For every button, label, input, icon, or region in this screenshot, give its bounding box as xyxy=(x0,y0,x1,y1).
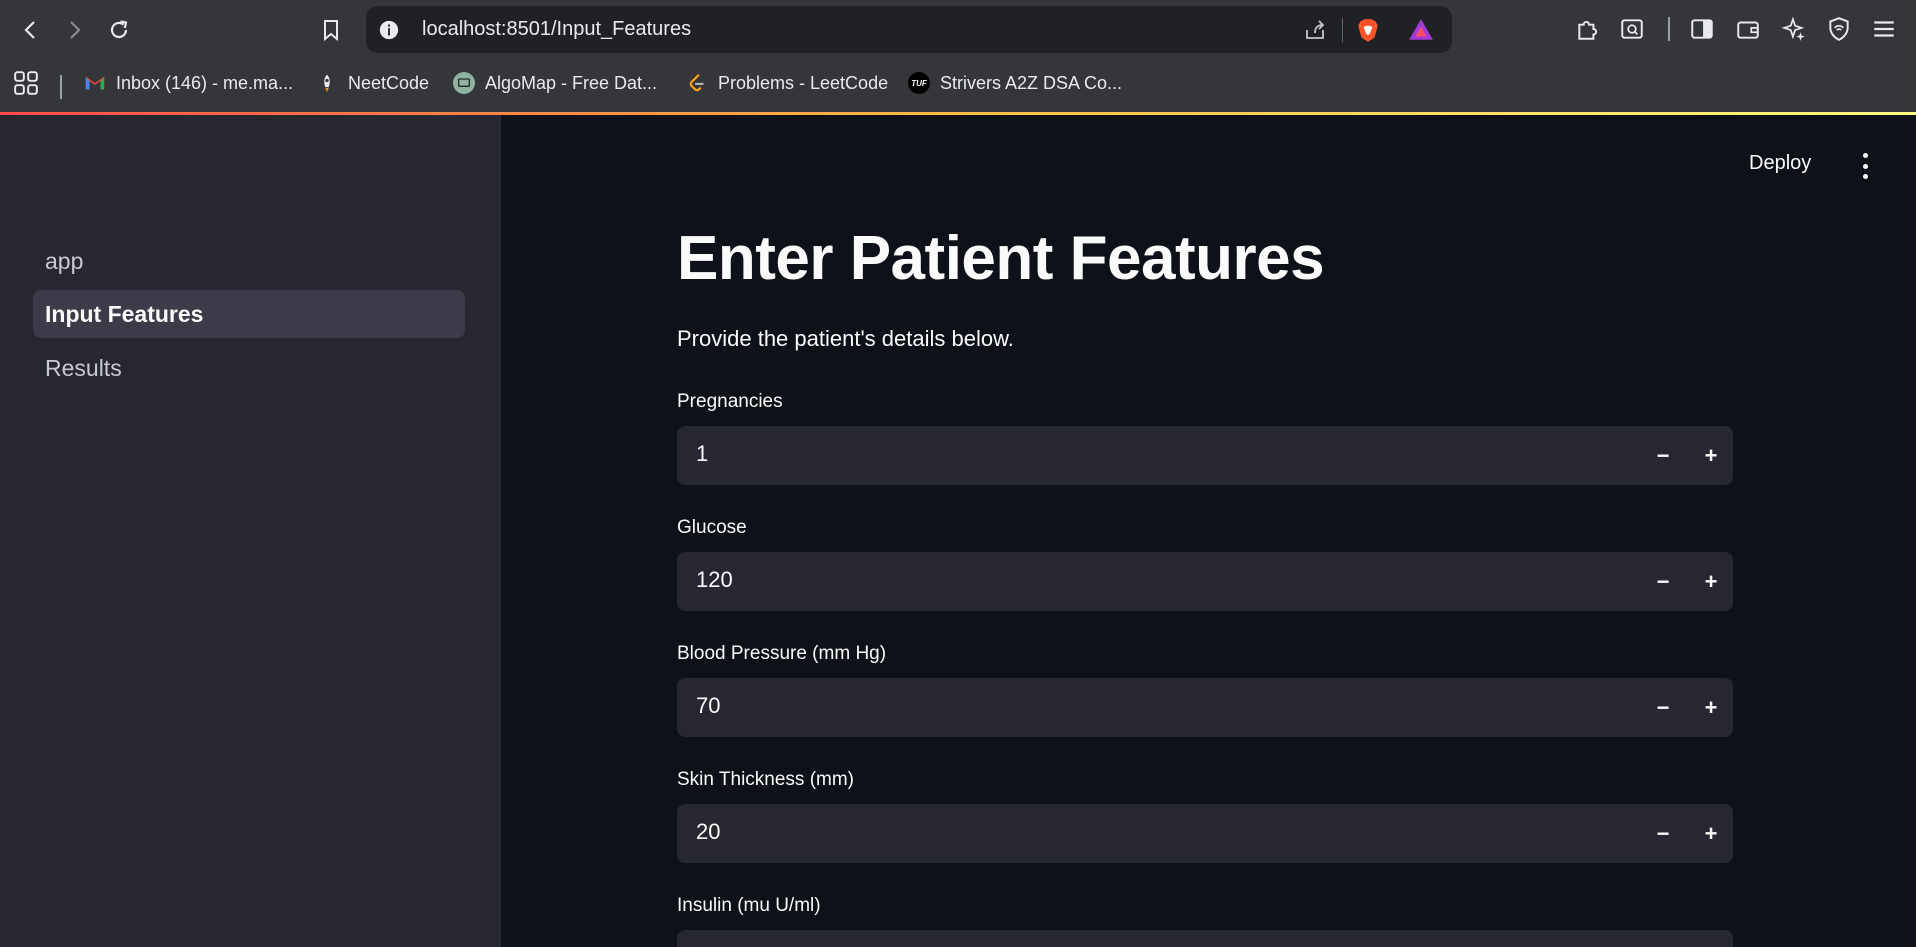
bookmark-icon[interactable] xyxy=(313,12,349,48)
bookmark-gmail[interactable]: Inbox (146) - me.ma... xyxy=(84,70,293,96)
rocket-icon xyxy=(316,72,338,94)
vpn-shield-icon[interactable] xyxy=(1823,13,1855,45)
glucose-input[interactable]: 120 − + xyxy=(677,552,1733,611)
decrement-button[interactable]: − xyxy=(1639,552,1687,611)
sidebar: app Input Features Results xyxy=(0,115,501,947)
deploy-button[interactable]: Deploy xyxy=(1749,152,1811,175)
insulin-input[interactable] xyxy=(677,930,1733,947)
page-search-icon[interactable] xyxy=(1616,13,1648,45)
menu-icon[interactable] xyxy=(1868,13,1900,45)
toolbar-divider xyxy=(1668,17,1670,41)
bookmark-label: AlgoMap - Free Dat... xyxy=(485,72,658,93)
bookmark-label: Strivers A2Z DSA Co... xyxy=(940,72,1123,93)
sidebar-item-label: Results xyxy=(45,354,122,381)
leo-ai-icon[interactable] xyxy=(1778,13,1810,45)
blood-pressure-value[interactable]: 70 xyxy=(696,693,720,719)
address-bar[interactable]: localhost:8501/Input_Features xyxy=(366,6,1452,53)
decrement-button[interactable]: − xyxy=(1639,426,1687,485)
page-title: Enter Patient Features xyxy=(677,224,1325,293)
pregnancies-input[interactable]: 1 − + xyxy=(677,426,1733,485)
skin-thickness-input[interactable]: 20 − + xyxy=(677,804,1733,863)
pregnancies-value[interactable]: 1 xyxy=(696,441,708,467)
bookmark-leetcode[interactable]: Problems - LeetCode xyxy=(686,70,888,96)
url-text: localhost:8501/Input_Features xyxy=(422,18,692,40)
skin-thickness-label: Skin Thickness (mm) xyxy=(677,769,855,790)
decrement-button[interactable]: − xyxy=(1639,804,1687,863)
bookmark-label: Problems - LeetCode xyxy=(718,72,889,93)
sidebar-item-app[interactable]: app xyxy=(33,237,465,285)
blood-pressure-input[interactable]: 70 − + xyxy=(677,678,1733,737)
bookmark-neetcode[interactable]: NeetCode xyxy=(316,70,429,96)
glucose-label: Glucose xyxy=(677,517,747,538)
insulin-label: Insulin (mu U/ml) xyxy=(677,895,821,916)
bookmark-label: Inbox (146) - me.ma... xyxy=(116,72,294,93)
browser-chrome: localhost:8501/Input_Features Inbox (146… xyxy=(0,0,1916,114)
gmail-icon xyxy=(84,72,106,94)
leetcode-icon xyxy=(686,72,708,94)
url-divider xyxy=(1342,18,1343,42)
extensions-icon[interactable] xyxy=(1572,13,1604,45)
increment-button[interactable]: + xyxy=(1687,552,1735,611)
pregnancies-label: Pregnancies xyxy=(677,391,783,412)
bookmark-strivers[interactable]: TUF Strivers A2Z DSA Co... xyxy=(908,70,1122,96)
brave-rewards-icon[interactable] xyxy=(1408,17,1434,43)
decrement-button[interactable]: − xyxy=(1639,678,1687,737)
bookmarks-divider xyxy=(60,75,62,99)
sidebar-item-label: app xyxy=(45,247,84,274)
sidebar-item-label: Input Features xyxy=(45,300,204,327)
page-description: Provide the patient's details below. xyxy=(677,326,1014,351)
apps-grid-icon[interactable] xyxy=(13,70,39,96)
site-info-icon[interactable] xyxy=(376,17,402,43)
increment-button[interactable]: + xyxy=(1687,804,1735,863)
bookmarks-bar: Inbox (146) - me.ma... NeetCode AlgoMap … xyxy=(0,62,1916,102)
forward-icon[interactable] xyxy=(56,12,92,48)
share-icon[interactable] xyxy=(1302,17,1328,43)
algomap-icon xyxy=(453,72,475,94)
more-options-icon[interactable] xyxy=(1855,153,1875,179)
brave-shields-icon[interactable] xyxy=(1355,17,1381,43)
reload-icon[interactable] xyxy=(101,12,137,48)
bookmark-label: NeetCode xyxy=(348,72,430,93)
back-icon[interactable] xyxy=(13,12,49,48)
blood-pressure-label: Blood Pressure (mm Hg) xyxy=(677,643,887,664)
tuf-icon: TUF xyxy=(908,72,930,94)
skin-thickness-value[interactable]: 20 xyxy=(696,819,720,845)
browser-toolbar: localhost:8501/Input_Features xyxy=(0,0,1916,60)
glucose-value[interactable]: 120 xyxy=(696,567,733,593)
sidebar-toggle-icon[interactable] xyxy=(1686,13,1718,45)
wallet-icon[interactable] xyxy=(1732,13,1764,45)
sidebar-item-results[interactable]: Results xyxy=(33,344,465,392)
main-content: Deploy Enter Patient Features Provide th… xyxy=(501,115,1916,947)
sidebar-item-input-features[interactable]: Input Features xyxy=(33,290,465,338)
increment-button[interactable]: + xyxy=(1687,426,1735,485)
bookmark-algomap[interactable]: AlgoMap - Free Dat... xyxy=(453,70,657,96)
increment-button[interactable]: + xyxy=(1687,678,1735,737)
